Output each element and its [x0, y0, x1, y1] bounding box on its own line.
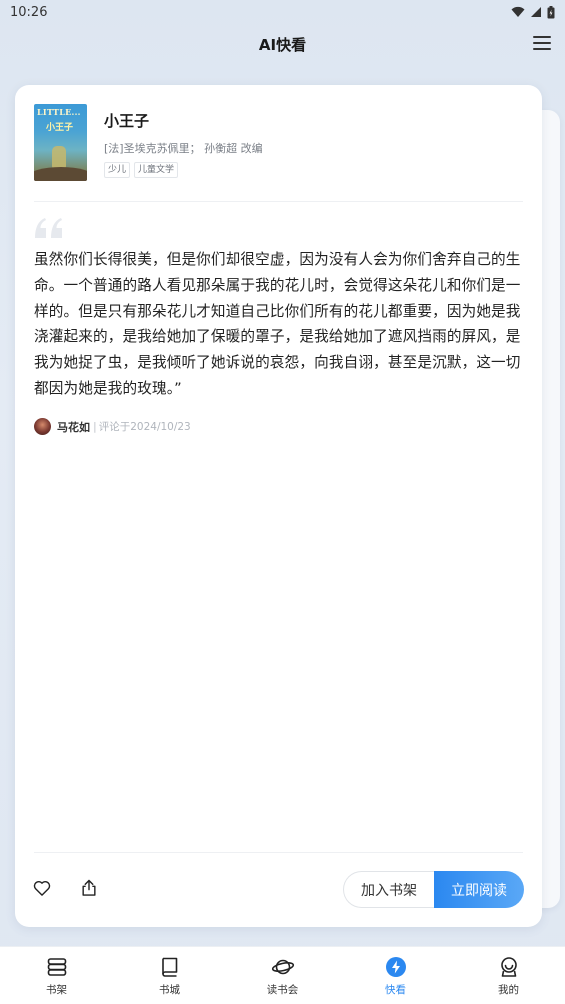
tab-bar: 书架 书城 读书会 快看 我的	[0, 946, 565, 1004]
reviewer-name[interactable]: 马花如	[57, 419, 90, 435]
tab-profile[interactable]: 我的	[452, 947, 565, 1004]
tab-label: 书架	[46, 984, 67, 996]
read-now-button[interactable]: 立即阅读	[434, 871, 524, 908]
battery-icon	[547, 5, 555, 18]
avatar[interactable]	[34, 418, 51, 435]
menu-button[interactable]	[533, 34, 551, 52]
planet-icon	[271, 959, 294, 975]
signal-icon	[531, 7, 541, 17]
heart-icon[interactable]	[32, 878, 52, 898]
tab-label: 读书会	[266, 984, 299, 996]
book-tag: 少儿	[104, 162, 131, 178]
tab-bookshelf[interactable]: 书架	[0, 947, 113, 1004]
share-icon[interactable]	[79, 878, 99, 898]
cover-title-en: LITTLE...	[37, 107, 81, 117]
cover-hill	[34, 167, 87, 181]
status-icons	[511, 5, 555, 19]
review-date: 评论于2024/10/23	[98, 421, 191, 433]
book-tags: 少儿 儿童文学	[104, 162, 263, 178]
cover-figure	[52, 146, 66, 168]
divider	[34, 201, 523, 202]
status-time: 10:26	[10, 4, 48, 20]
cover-title-cn: 小王子	[46, 123, 74, 133]
divider	[34, 852, 523, 853]
reviewer-info: 马花如 | 评论于2024/10/23	[34, 418, 191, 435]
lightning-icon	[385, 957, 406, 977]
bookshelf-icon	[47, 958, 66, 976]
menu-icon-line	[533, 42, 551, 44]
tab-label: 书城	[159, 984, 180, 996]
menu-icon-line	[533, 36, 551, 38]
quote-mark-icon	[35, 218, 62, 238]
status-bar: 10:26	[0, 0, 565, 24]
book-icon	[161, 957, 177, 977]
book-header[interactable]: LITTLE... 小王子 小王子 [法]圣埃克苏佩里； 孙衡超 改编 少儿 儿…	[34, 104, 523, 184]
book-tag: 儿童文学	[134, 162, 179, 178]
review-card: LITTLE... 小王子 小王子 [法]圣埃克苏佩里； 孙衡超 改编 少儿 儿…	[15, 85, 542, 927]
menu-icon-line	[533, 48, 551, 50]
book-cover[interactable]: LITTLE... 小王子	[34, 104, 87, 181]
profile-icon	[500, 957, 517, 977]
page-title: AI快看	[258, 35, 307, 54]
review-separator: |	[93, 420, 97, 433]
add-to-shelf-button[interactable]: 加入书架	[343, 871, 434, 908]
action-buttons: 加入书架 立即阅读	[343, 871, 524, 908]
tab-label: 我的	[498, 984, 519, 996]
book-info: 小王子 [法]圣埃克苏佩里； 孙衡超 改编 少儿 儿童文学	[104, 104, 263, 184]
tab-quick-view[interactable]: 快看	[339, 947, 452, 1004]
book-title: 小王子	[104, 112, 150, 130]
tab-bookstore[interactable]: 书城	[113, 947, 226, 1004]
nav-bar: AI快看	[0, 24, 565, 64]
tab-label: 快看	[385, 984, 406, 996]
book-author: [法]圣埃克苏佩里； 孙衡超 改编	[104, 142, 263, 155]
wifi-icon	[511, 6, 525, 17]
tab-book-club[interactable]: 读书会	[226, 947, 339, 1004]
quote-text: 虽然你们长得很美，但是你们却很空虚，因为没有人会为你们舍弃自己的生命。一个普通的…	[34, 251, 521, 397]
